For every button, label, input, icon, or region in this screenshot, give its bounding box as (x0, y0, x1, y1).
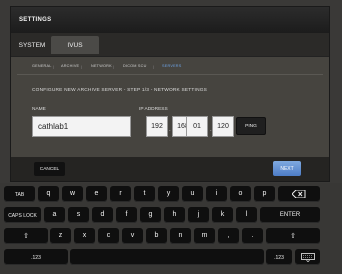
key-p[interactable]: p (254, 186, 275, 202)
key-caps-lock[interactable]: CAPS LOCK (4, 207, 41, 223)
key-b[interactable]: b (146, 228, 167, 244)
key-comma[interactable]: , (218, 228, 239, 244)
dialog-footer: CANCEL NEXT (11, 157, 329, 181)
next-button[interactable]: NEXT (273, 161, 301, 176)
key-o[interactable]: o (230, 186, 251, 202)
key-numbers[interactable]: .123 (4, 249, 68, 265)
key-j[interactable]: j (188, 207, 209, 223)
subtab-dicom-scu[interactable]: DICOM SCU (123, 64, 147, 68)
key-r[interactable]: r (110, 186, 131, 202)
subtab-separator: | (81, 64, 83, 69)
ip-address-label: IP ADDRESS (139, 107, 168, 112)
key-m[interactable]: m (194, 228, 215, 244)
key-x[interactable]: x (74, 228, 95, 244)
ping-button[interactable]: PING (236, 117, 266, 135)
backspace-icon (292, 190, 306, 198)
key-g[interactable]: g (140, 207, 161, 223)
key-shift-left[interactable]: ⇧ (4, 228, 48, 244)
backspace-key[interactable] (278, 186, 320, 202)
key-w[interactable]: w (62, 186, 83, 202)
key-z[interactable]: z (50, 228, 71, 244)
key-enter[interactable]: ENTER (260, 207, 320, 223)
sub-tabs: GENERAL | ARCHIVE | NETWORK | DICOM SCU … (17, 61, 323, 75)
subtab-network[interactable]: NETWORK (91, 64, 112, 68)
key-a[interactable]: a (44, 207, 65, 223)
on-screen-keyboard: TAB q w e r t y u i o p CAPS LOCK a s d … (0, 183, 342, 274)
hide-keyboard-key[interactable] (295, 249, 320, 265)
ip-octet-4-input[interactable]: 120 (212, 116, 234, 137)
key-h[interactable]: h (164, 207, 185, 223)
subtab-servers[interactable]: SERVERS (162, 64, 181, 68)
ip-dot: . (169, 127, 171, 133)
tab-system[interactable]: SYSTEM (13, 36, 51, 54)
keyboard-icon (300, 253, 315, 262)
key-tab[interactable]: TAB (4, 186, 35, 202)
tab-ivus[interactable]: IVUS (51, 36, 99, 54)
key-c[interactable]: c (98, 228, 119, 244)
key-k[interactable]: k (212, 207, 233, 223)
cancel-button[interactable]: CANCEL (34, 162, 65, 176)
subtab-separator: | (53, 64, 55, 69)
key-shift-right[interactable]: ⇧ (266, 228, 320, 244)
ip-octet-3-input[interactable]: 01 (186, 116, 208, 137)
dialog-title: SETTINGS (11, 7, 329, 33)
key-i[interactable]: i (206, 186, 227, 202)
key-u[interactable]: u (182, 186, 203, 202)
key-l[interactable]: l (236, 207, 257, 223)
name-input[interactable]: cathlab1 (32, 116, 131, 137)
key-e[interactable]: e (86, 186, 107, 202)
key-v[interactable]: v (122, 228, 143, 244)
subtab-general[interactable]: GENERAL (32, 64, 52, 68)
key-space[interactable] (70, 249, 264, 265)
key-s[interactable]: s (68, 207, 89, 223)
settings-dialog: SETTINGS SYSTEM IVUS GENERAL | ARCHIVE |… (10, 6, 330, 182)
main-tabs: SYSTEM IVUS (11, 33, 329, 57)
subtab-archive[interactable]: ARCHIVE (61, 64, 79, 68)
key-period[interactable]: . (242, 228, 263, 244)
subtab-separator: | (113, 64, 115, 69)
step-title: CONFIGURE NEW ARCHIVE SERVER - STEP 1/3 … (32, 88, 208, 93)
key-f[interactable]: f (116, 207, 137, 223)
name-label: NAME (32, 107, 46, 112)
subtab-separator: | (153, 64, 155, 69)
key-d[interactable]: d (92, 207, 113, 223)
key-numbers-right[interactable]: .123 (266, 249, 292, 265)
key-t[interactable]: t (134, 186, 155, 202)
ip-octet-1-input[interactable]: 192 (146, 116, 168, 137)
key-y[interactable]: y (158, 186, 179, 202)
key-q[interactable]: q (38, 186, 59, 202)
key-n[interactable]: n (170, 228, 191, 244)
